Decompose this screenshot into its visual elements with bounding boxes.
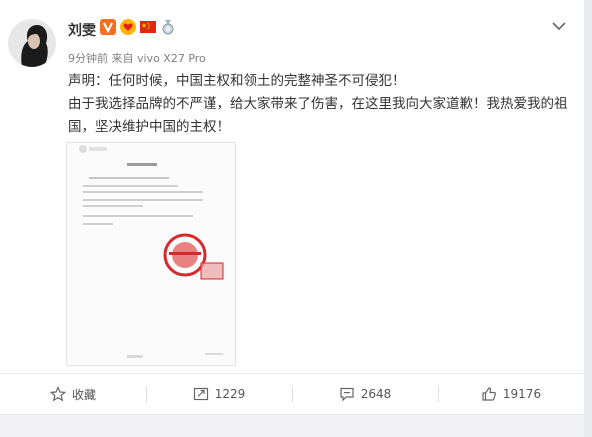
favorite-label: 收藏: [71, 387, 96, 402]
author-name[interactable]: 刘雯: [68, 20, 96, 40]
post-line: 声明：任何时候，中国主权和领土的完整神圣不可侵犯！: [68, 73, 406, 89]
next-post-edge: [0, 414, 584, 437]
post-text: 声明：任何时候，中国主权和领土的完整神圣不可侵犯！ 由于我选择品牌的不严谨，给大…: [68, 70, 578, 139]
author-badges: [100, 19, 176, 35]
repost-button[interactable]: 1229: [146, 374, 292, 414]
verified-v-icon[interactable]: [100, 19, 116, 35]
repost-icon: [193, 387, 208, 401]
star-icon: [49, 386, 66, 402]
thumbs-up-icon: [482, 387, 496, 401]
repost-count: 1229: [214, 387, 246, 401]
china-flag-icon[interactable]: [140, 19, 156, 35]
heart-icon[interactable]: [120, 19, 136, 35]
like-count: 19176: [502, 387, 542, 401]
comment-count: 2648: [360, 387, 392, 401]
comment-icon: [340, 387, 354, 402]
action-bar: 收藏 1229 2648 19176: [0, 374, 584, 414]
attached-statement-image[interactable]: [66, 142, 236, 366]
medal-icon[interactable]: [160, 19, 176, 35]
chevron-down-icon[interactable]: [550, 17, 568, 35]
post-line: 由于我选择品牌的不严谨，给大家带来了伤害，在这里我向大家道歉！我热爱我的祖国，坚…: [68, 96, 568, 135]
favorite-button[interactable]: 收藏: [0, 374, 146, 414]
like-button[interactable]: 19176: [438, 374, 584, 414]
scrollbar[interactable]: [584, 0, 592, 436]
avatar[interactable]: [8, 19, 56, 67]
weibo-post-card: 刘雯 9分钟前 来自 vivo X27 Pro 声明：任何时候，中国主权和领土的…: [0, 0, 585, 437]
post-meta: 9分钟前 来自 vivo X27 Pro: [68, 52, 206, 65]
comment-button[interactable]: 2648: [292, 374, 438, 414]
